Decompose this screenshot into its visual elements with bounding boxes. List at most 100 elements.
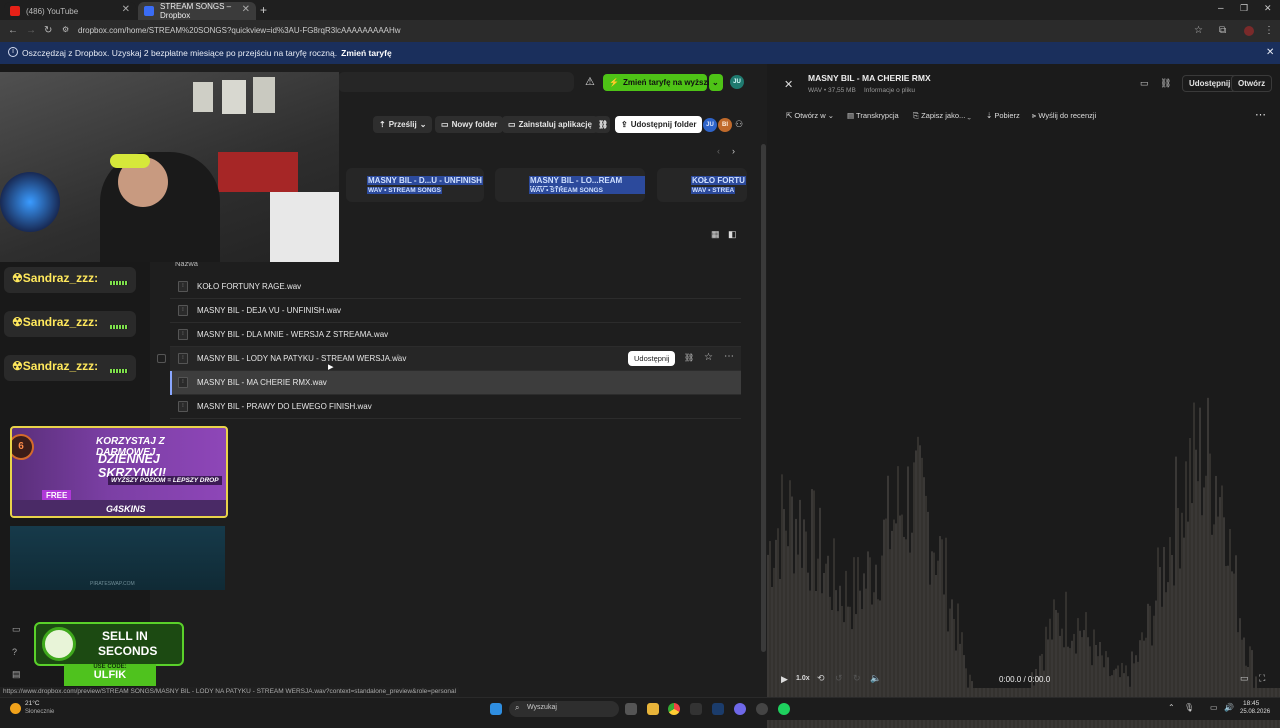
install-app-button[interactable]: ▭ Zainstaluj aplikację <box>502 116 598 133</box>
close-tab-icon[interactable]: ✕ <box>242 4 250 15</box>
captions-icon[interactable]: ▭ <box>1240 673 1249 684</box>
file-row[interactable]: ⁞ MASNY BIL - LODY NA PATYKU - STREAM WE… <box>157 347 741 371</box>
manage-access-icon[interactable]: ⚇ <box>735 119 743 130</box>
change-plan-link[interactable]: Zmień taryfę <box>341 48 392 58</box>
user-avatar[interactable]: JU <box>730 75 744 89</box>
steam-icon[interactable] <box>712 703 724 715</box>
member-avatar-bi[interactable]: BI <box>718 118 732 132</box>
open-with-action[interactable]: ⇱ Otwórz w ⌄ <box>786 111 834 120</box>
close-preview-icon[interactable]: ✕ <box>784 78 793 91</box>
site-info-icon[interactable]: ⚙ <box>62 25 69 34</box>
save-as-action[interactable]: ⎘ Zapisz jako... ⌄ <box>913 111 971 121</box>
banner-close-icon[interactable]: ✕ <box>1266 47 1274 58</box>
copy-link-button[interactable]: ⛓ <box>594 116 610 133</box>
close-window-button[interactable]: ✕ <box>1264 3 1272 14</box>
bookmark-star-icon[interactable]: ☆ <box>1194 25 1203 36</box>
preview-meta: WAV • 37,55 MB <box>808 87 856 94</box>
play-icon[interactable]: ▶ <box>781 674 788 685</box>
chrome-icon[interactable] <box>668 703 680 715</box>
sell-promo: SELL IN SECONDS <box>34 622 184 666</box>
speaker-icon[interactable]: 🔊 <box>1224 703 1234 712</box>
menu-icon[interactable]: ⋮ <box>1264 25 1274 36</box>
forward-icon[interactable]: → <box>26 25 36 36</box>
file-info-link[interactable]: Informacje o pliku <box>864 87 915 94</box>
file-name: MASNY BIL - PRAWY DO LEWEGO FINISH.wav <box>197 402 372 411</box>
suggested-card[interactable]: MASNY BIL - LO...REAM WERSJA WAV • STREA… <box>495 168 645 202</box>
file-explorer-icon[interactable] <box>647 703 659 715</box>
panel-view-icon[interactable]: ◧ <box>728 229 737 240</box>
preview-open-button[interactable]: Otwórz <box>1231 75 1273 92</box>
send-review-action[interactable]: ⫸ Wyślij do recenzji <box>1032 111 1096 121</box>
search-bar[interactable] <box>338 72 574 92</box>
suggested-card[interactable]: MASNY BIL - D...U - UNFINISH WAV • STREA… <box>346 168 484 202</box>
link-icon[interactable]: ⛓ <box>1160 78 1171 89</box>
file-row[interactable]: ⁞ MASNY BIL - DLA MNIE - WERSJA Z STREAM… <box>170 323 741 347</box>
tab-youtube[interactable]: (486) YouTube ✕ <box>4 2 136 20</box>
new-folder-button[interactable]: ▭ Nowy folder <box>435 116 504 133</box>
taskbar-search[interactable]: ⌕ Wyszukaj <box>509 701 619 717</box>
carousel-next-icon[interactable]: › <box>732 146 735 156</box>
star-icon[interactable]: ☆ <box>704 352 713 363</box>
reload-icon[interactable]: ↻ <box>44 25 52 36</box>
minimize-button[interactable]: – <box>1218 3 1224 14</box>
rewind-icon[interactable]: ↺ <box>835 673 843 684</box>
waveform-bar <box>1181 512 1183 728</box>
grid-view-icon[interactable]: ▦ <box>711 229 720 240</box>
rename-pencil-icon[interactable]: ✎ <box>396 353 403 362</box>
profile-icon[interactable] <box>1244 26 1254 36</box>
discord-icon[interactable] <box>734 703 746 715</box>
upgrade-dropdown[interactable]: ⌄ <box>709 74 723 91</box>
close-tab-icon[interactable]: ✕ <box>122 4 130 15</box>
volume-icon[interactable]: 🔈 <box>870 673 881 684</box>
fullscreen-icon[interactable]: ⛶ <box>1259 673 1265 684</box>
audio-waveform[interactable] <box>767 128 1280 728</box>
maximize-button[interactable]: ❐ <box>1240 3 1248 14</box>
row-share-button[interactable]: Udostępnij <box>628 351 676 366</box>
extensions-icon[interactable]: ⧉ <box>1219 25 1226 36</box>
activity-icon[interactable]: ▭ <box>12 624 21 635</box>
file-row[interactable]: ⁞ MASNY BIL - PRAWY DO LEWEGO FINISH.wav <box>170 395 741 419</box>
file-row[interactable]: ⁞ MASNY BIL - MA CHERIE RMX.wav <box>170 371 741 395</box>
playback-speed[interactable]: 1.0x <box>796 675 810 682</box>
file-name: MASNY BIL - DEJA VU - UNFINISH.wav <box>197 306 342 315</box>
network-icon[interactable]: ▭ <box>1210 703 1218 712</box>
member-avatar-ju[interactable]: JU <box>703 118 717 132</box>
preview-share-button[interactable]: Udostępnij <box>1182 75 1238 92</box>
send-button[interactable]: ⇡ Prześlij ⌄ <box>373 116 433 133</box>
file-row[interactable]: ⁞ MASNY BIL - DEJA VU - UNFINISH.wav <box>170 299 741 323</box>
url-field[interactable]: dropbox.com/home/STREAM%20SONGS?quickvie… <box>78 26 401 35</box>
weather-temp[interactable]: 21°C <box>25 700 40 707</box>
transcript-action[interactable]: ▤ Transkrypcja <box>847 111 899 120</box>
mic-icon[interactable]: 🎙 <box>1184 703 1194 712</box>
carousel-prev-icon[interactable]: ‹ <box>717 146 720 156</box>
comments-icon[interactable]: ▭ <box>1140 78 1149 89</box>
new-tab-button[interactable]: + <box>260 3 267 17</box>
suggested-card[interactable]: KOŁO FORTU WAV • STREA <box>657 168 747 202</box>
clock-time[interactable]: 18:45 <box>1243 700 1259 707</box>
more-options-icon[interactable]: ⋯ <box>724 351 734 362</box>
main-scrollbar[interactable] <box>761 144 766 652</box>
help-icon[interactable]: ? <box>12 647 17 657</box>
waveform-bar <box>1203 487 1205 728</box>
tab-dropbox[interactable]: STREAM SONGS – Dropbox ✕ <box>138 2 256 20</box>
tray-chevron-icon[interactable]: ⌃ <box>1168 703 1175 712</box>
panel-toggle-icon[interactable]: ▤ <box>12 669 21 680</box>
app-icon[interactable] <box>690 703 702 715</box>
file-row[interactable]: ⁞ KOŁO FORTUNY RAGE.wav <box>170 275 741 299</box>
windows-start-icon[interactable] <box>490 703 502 715</box>
more-actions-icon[interactable]: ⋯ <box>1255 108 1266 121</box>
send-label: Prześlij <box>388 120 417 129</box>
back-icon[interactable]: ← <box>8 25 18 36</box>
upgrade-button[interactable]: ⚡ Zmień taryfę na wyższą <box>603 74 712 91</box>
task-view-icon[interactable] <box>625 703 637 715</box>
spotify-icon[interactable] <box>778 703 790 715</box>
row-checkbox[interactable] <box>157 354 166 363</box>
copy-link-icon[interactable]: ⛓ <box>684 353 694 362</box>
forward-icon[interactable]: ↻ <box>853 673 861 684</box>
download-action[interactable]: ⇣ Pobierz <box>986 111 1020 120</box>
obs-icon[interactable] <box>756 703 768 715</box>
transcript-label: Transkrypcja <box>856 111 899 120</box>
loop-icon[interactable]: ⟲ <box>817 673 825 684</box>
notifications-icon[interactable]: ⚠ <box>585 75 595 88</box>
share-folder-button[interactable]: ⇪ Udostępnij folder <box>615 116 703 133</box>
